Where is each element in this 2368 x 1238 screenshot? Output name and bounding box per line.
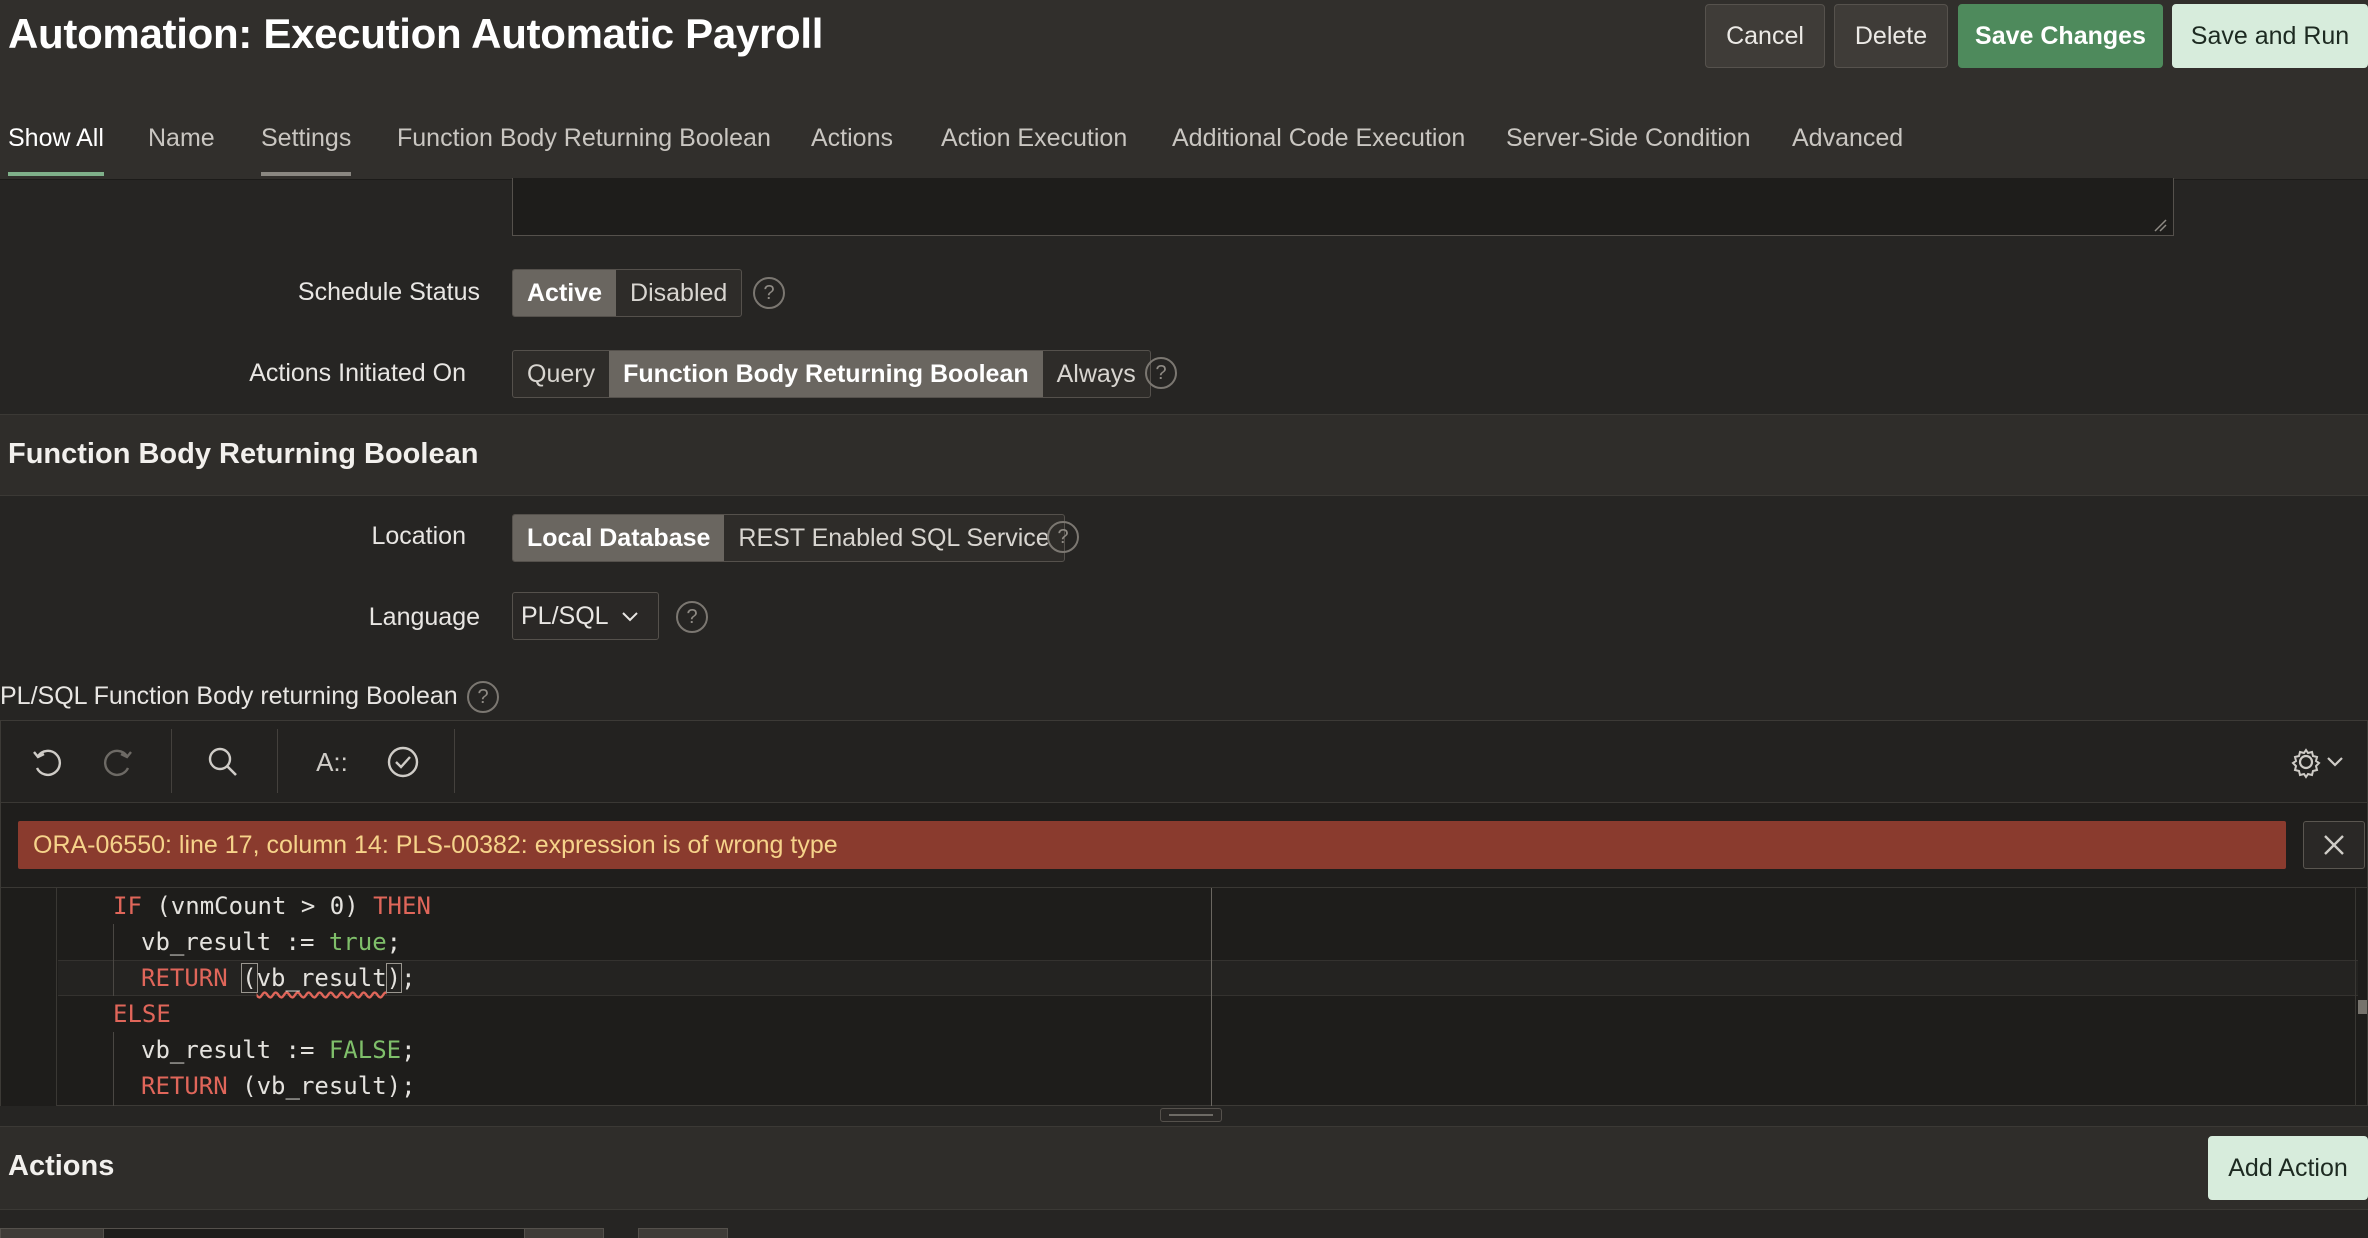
search-icon[interactable]	[198, 737, 248, 787]
tab-label: Name	[148, 124, 215, 152]
code-line: vb_result := true;	[141, 928, 402, 956]
initiated-on-query[interactable]: Query	[513, 351, 609, 397]
editor-resize-handle[interactable]	[1160, 1108, 1222, 1122]
help-icon[interactable]: ?	[1145, 357, 1177, 389]
language-select[interactable]: PL/SQL	[512, 592, 659, 640]
code-line-error: RETURN (vb_result);	[141, 963, 416, 993]
delete-button[interactable]: Delete	[1834, 4, 1948, 68]
gear-icon[interactable]	[2285, 737, 2355, 787]
help-icon[interactable]: ?	[1047, 521, 1079, 553]
resize-handle-icon[interactable]	[2153, 218, 2167, 232]
tab-hover-indicator	[261, 172, 352, 176]
code-content[interactable]: IF (vnmCount > 0) THEN vb_result := true…	[1, 887, 2367, 1106]
location-toggle[interactable]: Local Database REST Enabled SQL Service	[512, 514, 1065, 562]
indent-guide	[113, 1032, 114, 1106]
tab-show-all[interactable]: Show All	[8, 124, 104, 176]
line-gutter	[1, 888, 57, 1106]
location-rest-enabled-sql[interactable]: REST Enabled SQL Service	[724, 515, 1063, 561]
tab-additional-code-execution[interactable]: Additional Code Execution	[1172, 124, 1465, 176]
help-icon[interactable]: ?	[676, 601, 708, 633]
format-code-icon[interactable]: A::	[307, 737, 357, 787]
tab-label: Show All	[8, 124, 104, 152]
tab-actions[interactable]: Actions	[811, 124, 893, 176]
tab-active-indicator	[8, 172, 104, 176]
add-action-button[interactable]: Add Action	[2208, 1136, 2368, 1200]
help-icon[interactable]: ?	[753, 277, 785, 309]
code-line: vb_result := FALSE;	[141, 1036, 416, 1064]
tab-label: Server-Side Condition	[1506, 124, 1751, 152]
redo-icon[interactable]	[93, 737, 143, 787]
tab-advanced[interactable]: Advanced	[1792, 124, 1903, 176]
indent-guide	[113, 924, 114, 996]
initiated-on-function-body[interactable]: Function Body Returning Boolean	[609, 351, 1043, 397]
help-icon[interactable]: ?	[467, 681, 499, 713]
schedule-status-disabled[interactable]: Disabled	[616, 270, 741, 316]
page-title: Automation: Execution Automatic Payroll	[8, 10, 824, 57]
actions-section-title: Actions	[8, 1150, 115, 1182]
check-circle-icon[interactable]	[378, 737, 428, 787]
toolbar-separator	[277, 729, 278, 793]
tab-label: Actions	[811, 124, 893, 152]
page-header: Automation: Execution Automatic Payroll …	[0, 0, 2368, 180]
initiated-on-always[interactable]: Always	[1043, 351, 1150, 397]
description-textarea[interactable]	[512, 178, 2174, 236]
actions-toolbar-partial	[0, 1210, 2368, 1238]
cancel-button[interactable]: Cancel	[1705, 4, 1825, 68]
location-label: Location	[371, 522, 466, 550]
tab-name[interactable]: Name	[148, 124, 215, 176]
tab-server-side-condition[interactable]: Server-Side Condition	[1506, 124, 1751, 176]
tab-settings[interactable]: Settings	[261, 124, 352, 176]
undo-icon[interactable]	[22, 737, 72, 787]
code-editor: A:: ORA-06550: line 17, column 14: PLS-0…	[0, 720, 2368, 1106]
code-line: ELSE	[113, 1000, 171, 1028]
toolbar-separator	[454, 729, 455, 793]
schedule-status-label: Schedule Status	[297, 278, 480, 306]
save-and-run-button[interactable]: Save and Run	[2172, 4, 2368, 68]
error-message: ORA-06550: line 17, column 14: PLS-00382…	[18, 821, 2286, 869]
schedule-status-active[interactable]: Active	[513, 270, 617, 316]
chevron-down-icon	[621, 612, 638, 622]
toolbar-separator	[171, 729, 172, 793]
close-icon[interactable]	[2303, 821, 2365, 869]
tab-label: Additional Code Execution	[1172, 124, 1466, 152]
location-local-database[interactable]: Local Database	[513, 515, 725, 561]
schedule-status-toggle[interactable]: Active Disabled	[512, 269, 743, 317]
actions-initiated-on-toggle[interactable]: Query Function Body Returning Boolean Al…	[512, 350, 1151, 398]
tab-label: Action Execution	[941, 124, 1128, 152]
tab-label: Advanced	[1792, 124, 1904, 152]
tab-label: Settings	[261, 124, 352, 152]
code-line: IF (vnmCount > 0) THEN	[113, 892, 431, 920]
plsql-editor-label: PL/SQL Function Body returning Boolean	[0, 682, 458, 710]
language-select-value: PL/SQL	[521, 601, 609, 630]
tab-label: Function Body Returning Boolean	[397, 124, 771, 152]
actions-section-header	[0, 1126, 2368, 1210]
code-line: RETURN (vb_result);	[141, 1072, 416, 1100]
editor-toolbar: A::	[1, 721, 2367, 803]
tab-action-execution[interactable]: Action Execution	[941, 124, 1127, 176]
function-body-section-title: Function Body Returning Boolean	[8, 438, 479, 470]
editor-scrollbar[interactable]	[2355, 888, 2367, 1106]
save-changes-button[interactable]: Save Changes	[1958, 4, 2163, 68]
tab-function-body[interactable]: Function Body Returning Boolean	[397, 124, 771, 176]
language-label: Language	[368, 603, 480, 631]
actions-initiated-on-label: Actions Initiated On	[249, 359, 466, 387]
print-margin-ruler	[1211, 888, 1212, 1106]
